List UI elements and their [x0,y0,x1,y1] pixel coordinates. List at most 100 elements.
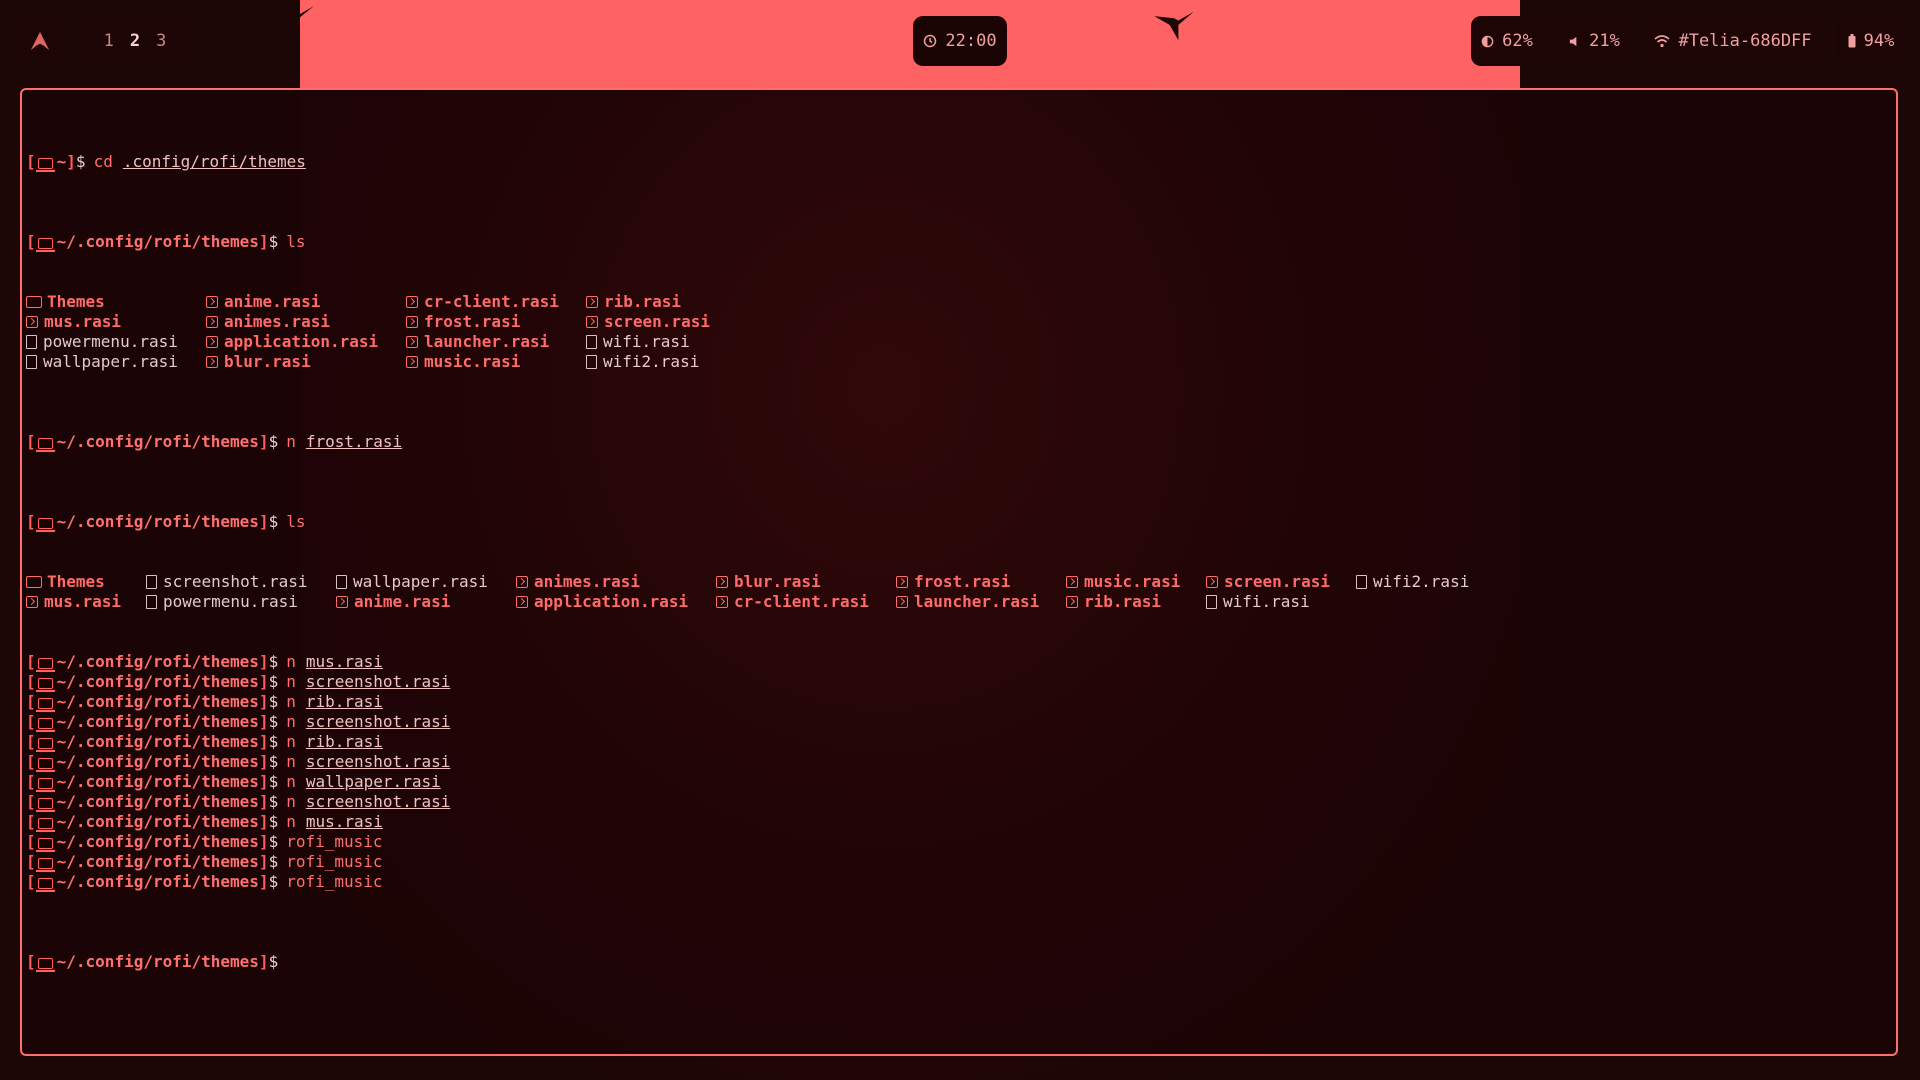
file-name: screen.rasi [1224,572,1330,591]
file-entry: Themes [26,292,206,312]
clock-time: 22:00 [945,31,997,51]
workspace-2-button[interactable]: 2 [130,31,140,51]
computer-icon [35,857,55,872]
command-argument: screenshot.rasi [305,752,451,771]
file-name: wallpaper.rasi [43,352,178,371]
code-file-icon [406,336,418,348]
prompt-path: ~/.config/rofi/themes [56,232,259,251]
file-entry: music.rasi [1066,572,1206,592]
file-icon [26,335,37,349]
command: n [286,752,296,771]
code-file-icon [896,596,908,608]
ls-row: mus.rasi powermenu.rasi anime.rasi applicat… [26,592,1506,612]
command: cd [93,152,113,171]
file-entry: wifi.rasi [586,332,786,352]
file-entry: powermenu.rasi [146,592,336,612]
computer-icon [35,817,55,832]
command-argument: rib.rasi [305,732,383,751]
file-icon [586,335,597,349]
file-name: music.rasi [424,352,521,371]
prompt-path: ~/.config/rofi/themes [56,872,259,891]
computer-icon [35,837,55,852]
file-entry: anime.rasi [206,292,406,312]
file-icon [146,595,157,609]
file-name: application.rasi [224,332,379,351]
computer-icon [35,957,55,972]
file-name: blur.rasi [734,572,821,591]
ls-row: wallpaper.rasi blur.rasi music.rasi wifi2.r… [26,352,1506,372]
file-name: rib.rasi [1084,592,1162,611]
code-file-icon [1066,576,1078,588]
prompt-path: ~ [56,152,67,171]
command: n [286,732,296,751]
file-name: anime.rasi [224,292,321,311]
file-name: powermenu.rasi [163,592,298,611]
code-file-icon [586,296,598,308]
clock-icon [924,34,937,48]
bird-icon [278,6,314,30]
file-entry: animes.rasi [516,572,716,592]
file-name: wifi2.rasi [603,352,700,371]
computer-icon [35,737,55,752]
computer-icon [35,797,55,812]
battery-value: 94% [1863,31,1895,51]
battery-icon [1848,34,1856,48]
computer-icon [35,877,55,892]
command: n [286,692,296,711]
file-icon [26,355,37,369]
clock-widget[interactable]: 22:00 [913,16,1007,66]
command-argument: wallpaper.rasi [305,772,441,791]
file-entry: wifi.rasi [1206,592,1356,612]
prompt-path: ~/.config/rofi/themes [56,812,259,831]
prompt-line: [~/.config/rofi/themes] $ n mus.rasi [26,812,383,832]
folder-icon [26,296,42,308]
prompt-line: [~/.config/rofi/themes] $ ls [26,232,306,252]
file-entry: application.rasi [206,332,406,352]
file-name: frost.rasi [424,312,521,331]
arch-logo-icon [30,31,50,51]
ls-row: Themes screenshot.rasi wallpaper.rasi anime… [26,572,1506,592]
command-argument: screenshot.rasi [305,792,451,811]
brightness-widget[interactable]: 62% [1471,16,1543,66]
file-entry: wifi2.rasi [586,352,786,372]
computer-icon [35,677,55,692]
workspace-3-button[interactable]: 3 [156,31,166,51]
command: n [286,652,296,671]
file-entry: rib.rasi [586,292,786,312]
file-name: animes.rasi [224,312,330,331]
prompt-line: [~] $ cd .config/rofi/themes [26,152,306,172]
prompt-line: [~/.config/rofi/themes] $ rofi_music [26,852,383,872]
battery-widget[interactable]: 94% [1836,16,1906,66]
prompt-path: ~/.config/rofi/themes [56,512,259,531]
file-entry: music.rasi [406,352,586,372]
command: rofi_music [286,872,383,891]
code-file-icon [516,596,528,608]
file-entry: wallpaper.rasi [336,572,516,592]
prompt-path: ~/.config/rofi/themes [56,432,259,451]
terminal-output: [~] $ cd .config/rofi/themes [~/.config/rof… [26,92,1506,1012]
terminal-window[interactable]: [~] $ cd .config/rofi/themes [~/.config/rof… [20,88,1898,1056]
prompt-line: [~/.config/rofi/themes] $ n screenshot.rasi [26,712,451,732]
file-name: anime.rasi [354,592,451,611]
computer-icon [35,517,55,532]
command: rofi_music [286,852,383,871]
workspace-1-button[interactable]: 1 [104,31,114,51]
command: ls [286,232,306,251]
prompt-line: [~/.config/rofi/themes] $ n wallpaper.rasi [26,772,441,792]
code-file-icon [716,576,728,588]
command: n [286,792,296,811]
command: n [286,672,296,691]
file-entry: frost.rasi [896,572,1066,592]
file-entry: rib.rasi [1066,592,1206,612]
volume-widget[interactable]: 21% [1558,16,1630,66]
wifi-widget[interactable]: #Telia-686DFF [1645,16,1821,66]
launcher-button[interactable] [15,16,65,66]
prompt-line: [~/.config/rofi/themes] $ rofi_music [26,832,383,852]
code-file-icon [206,316,218,328]
file-entry: launcher.rasi [896,592,1066,612]
current-prompt-line[interactable]: [~/.config/rofi/themes] $ [26,952,1506,972]
file-icon [586,355,597,369]
file-name: screen.rasi [604,312,710,331]
file-name: application.rasi [534,592,689,611]
file-name: frost.rasi [914,572,1011,591]
